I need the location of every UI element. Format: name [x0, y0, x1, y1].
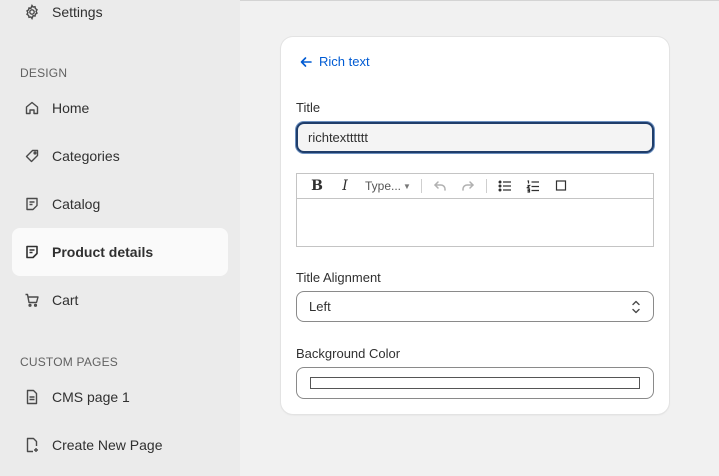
caret-down-icon: ▼: [403, 181, 411, 191]
title-label: Title: [296, 100, 321, 115]
sidebar-item-label: Catalog: [52, 196, 101, 212]
sidebar-item-label: Settings: [52, 4, 103, 20]
type-select[interactable]: Type... ▼: [359, 179, 417, 193]
sidebar-item-label: CMS page 1: [52, 389, 130, 405]
home-icon: [24, 100, 40, 116]
sidebar-item-label: Create New Page: [52, 437, 163, 453]
bullet-list-button[interactable]: [491, 175, 519, 197]
product-details-icon: [24, 244, 40, 260]
catalog-icon: [24, 196, 40, 212]
cart-icon: [24, 292, 40, 308]
toolbar-divider: [420, 179, 422, 193]
sidebar-item-label: Product details: [52, 244, 154, 260]
italic-button[interactable]: I: [331, 175, 359, 197]
redo-icon: [462, 181, 474, 191]
background-color-picker[interactable]: [296, 367, 654, 399]
editor-toolbar: B I Type... ▼: [297, 174, 653, 199]
editor-content-area[interactable]: [297, 199, 653, 247]
undo-icon: [434, 181, 446, 191]
rich-text-editor: B I Type... ▼: [296, 173, 654, 247]
toolbar-divider: [485, 179, 487, 193]
tag-icon: [24, 148, 40, 164]
section-label-custom-pages: CUSTOM PAGES: [20, 355, 118, 369]
sidebar-item-label: Categories: [52, 148, 120, 164]
sidebar-item-label: Cart: [52, 292, 79, 308]
redo-button[interactable]: [454, 175, 482, 197]
sidebar-item-catalog[interactable]: Catalog: [12, 180, 228, 228]
title-alignment-label: Title Alignment: [296, 270, 381, 285]
title-alignment-select[interactable]: Left: [296, 291, 654, 322]
sidebar-item-product-details[interactable]: Product details: [12, 228, 228, 276]
arrow-left-icon: [300, 56, 312, 67]
sidebar-item-cart[interactable]: Cart: [12, 276, 228, 324]
sidebar: Settings DESIGN Home Categories Catalog: [0, 0, 240, 476]
sidebar-item-cms-page-1[interactable]: CMS page 1: [12, 373, 228, 421]
gear-icon: [24, 4, 40, 20]
background-color-swatch: [310, 377, 640, 389]
chevron-up-down-icon: [632, 300, 640, 314]
square-icon: [555, 180, 567, 191]
numbered-list-icon: [526, 180, 539, 193]
bullet-list-icon: [498, 180, 511, 192]
sidebar-item-settings[interactable]: Settings: [12, 0, 228, 36]
page-add-icon: [24, 437, 40, 453]
sidebar-item-create-new-page[interactable]: Create New Page: [12, 421, 228, 469]
block-button[interactable]: [547, 175, 575, 197]
rich-text-settings-card: Rich text Title B I Type... ▼: [281, 37, 669, 414]
background-color-label: Background Color: [296, 346, 401, 361]
title-input[interactable]: [296, 122, 654, 153]
bold-button[interactable]: B: [303, 175, 331, 197]
sidebar-item-categories[interactable]: Categories: [12, 132, 228, 180]
section-label-design: DESIGN: [20, 66, 68, 80]
undo-button[interactable]: [426, 175, 454, 197]
sidebar-item-home[interactable]: Home: [12, 84, 228, 132]
back-link-label: Rich text: [319, 54, 370, 69]
numbered-list-button[interactable]: [519, 175, 547, 197]
back-link[interactable]: Rich text: [299, 54, 370, 69]
sidebar-item-label: Home: [52, 100, 90, 116]
page-icon: [24, 389, 40, 405]
title-alignment-value: Left: [309, 299, 331, 314]
